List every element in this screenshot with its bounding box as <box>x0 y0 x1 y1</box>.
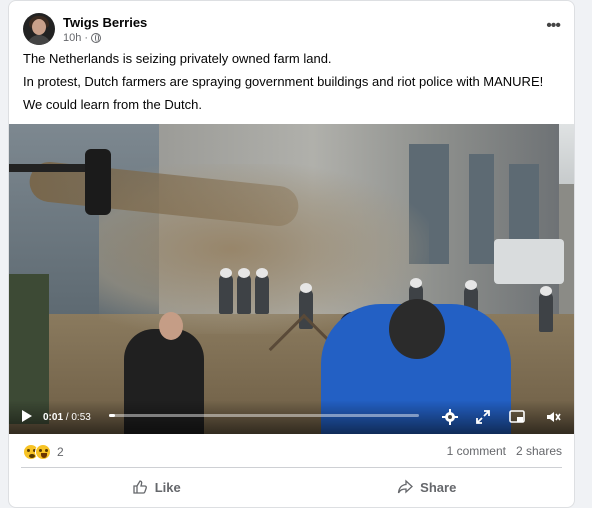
emoji-mouth <box>29 454 35 458</box>
picture-in-picture-icon[interactable] <box>509 409 525 425</box>
like-button[interactable]: Like <box>21 469 292 505</box>
riot-police <box>219 268 233 314</box>
video-time: 0:01 / 0:53 <box>43 412 91 423</box>
more-options-icon[interactable]: ••• <box>546 17 561 35</box>
progress-bar[interactable] <box>109 414 419 417</box>
comment-count-link[interactable]: 1 comment <box>447 444 506 458</box>
video-player[interactable]: 0:01 / 0:53 <box>9 124 574 434</box>
author-block: Twigs Berries 10h · <box>63 15 147 44</box>
tractor-mirror <box>85 149 111 215</box>
volume-icon[interactable] <box>545 409 561 425</box>
avatar-face <box>32 19 46 35</box>
avatar-body <box>27 35 51 45</box>
share-arrow-icon <box>398 479 414 494</box>
water-cannon-truck <box>494 239 564 284</box>
play-icon[interactable] <box>22 410 32 422</box>
riot-police <box>539 286 553 332</box>
post-card: Twigs Berries 10h · ••• The Netherlands … <box>8 0 575 508</box>
thumbs-up-icon <box>133 480 147 494</box>
duration: 0:53 <box>71 412 91 423</box>
reaction-summary[interactable]: 2 <box>23 444 64 460</box>
emoji-eye <box>45 449 48 452</box>
share-label: Share <box>420 479 457 495</box>
action-bar: Like Share <box>21 469 562 505</box>
video-controls: 0:01 / 0:53 <box>9 400 574 434</box>
post-text-line: We could learn from the Dutch. <box>23 97 202 112</box>
share-count-link[interactable]: 2 shares <box>516 444 562 458</box>
divider <box>21 467 562 468</box>
current-time: 0:01 <box>43 412 64 423</box>
post-text: The Netherlands is seizing privately own… <box>23 51 543 120</box>
like-label: Like <box>154 479 181 495</box>
avatar[interactable] <box>23 13 55 45</box>
building-window <box>469 154 494 264</box>
emoji-mouth <box>41 453 47 458</box>
settings-gear-icon[interactable] <box>442 409 458 425</box>
post-header: Twigs Berries 10h · <box>23 11 147 47</box>
share-button[interactable]: Share <box>292 469 563 505</box>
person-dark-head <box>159 312 183 340</box>
expand-icon[interactable] <box>475 409 491 425</box>
riot-police <box>237 268 251 314</box>
emoji-eye <box>27 449 30 452</box>
engagement-counts: 1 comment 2 shares <box>447 444 562 458</box>
post-meta: 10h · <box>63 32 147 44</box>
tractor <box>9 134 114 424</box>
progress-fill <box>109 414 116 417</box>
post-text-line: The Netherlands is seizing privately own… <box>23 51 332 66</box>
post-text-line: In protest, Dutch farmers are spraying g… <box>23 74 544 89</box>
person-blue-head <box>389 299 445 359</box>
reaction-count: 2 <box>57 445 64 459</box>
riot-police <box>255 268 269 314</box>
meta-dot: · <box>84 31 89 44</box>
author-name[interactable]: Twigs Berries <box>63 15 147 31</box>
globe-icon <box>91 32 102 43</box>
haha-emoji-icon <box>35 444 51 460</box>
emoji-eye <box>39 449 42 452</box>
post-time[interactable]: 10h <box>63 32 81 44</box>
